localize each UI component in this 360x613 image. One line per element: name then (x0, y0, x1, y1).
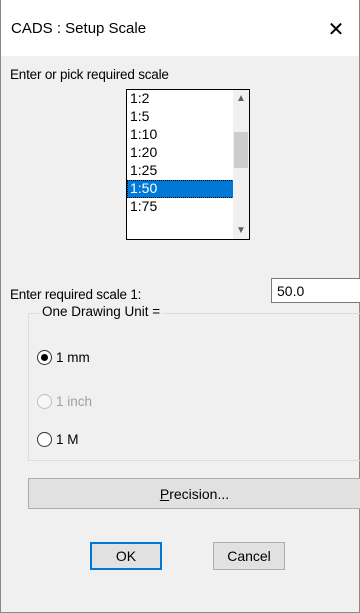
scale-list-items: 1:2 1:5 1:10 1:20 1:25 1:50 1:75 (127, 90, 234, 216)
ok-button[interactable]: OK (90, 542, 162, 570)
setup-scale-dialog: CADS : Setup Scale ✕ Enter or pick requi… (0, 0, 360, 613)
radio-1m[interactable]: 1 M (37, 432, 79, 447)
list-item[interactable]: 1:20 (127, 144, 234, 162)
list-item[interactable]: 1:2 (127, 90, 234, 108)
radio-1mm[interactable]: 1 mm (37, 350, 90, 365)
scale-listbox[interactable]: 1:2 1:5 1:10 1:20 1:25 1:50 1:75 ▲ ▼ (126, 89, 250, 240)
close-icon: ✕ (327, 18, 345, 41)
list-item[interactable]: 1:75 (127, 198, 234, 216)
list-item[interactable]: 1:25 (127, 162, 234, 180)
drawing-unit-legend: One Drawing Unit = (39, 304, 164, 319)
precision-label: recision... (169, 485, 230, 502)
listbox-scrollbar[interactable]: ▲ ▼ (233, 90, 249, 239)
radio-label: 1 mm (56, 350, 90, 365)
cancel-button[interactable]: Cancel (213, 542, 285, 570)
precision-mnemonic: P (159, 485, 170, 502)
title-bar: CADS : Setup Scale ✕ (1, 0, 359, 56)
radio-checked-icon (37, 350, 52, 365)
list-item[interactable]: 1:5 (127, 108, 234, 126)
radio-unchecked-icon (37, 432, 52, 447)
radio-unchecked-icon (37, 394, 52, 409)
scale-prompt-label: Enter or pick required scale (10, 67, 169, 82)
scroll-down-arrow-icon[interactable]: ▼ (233, 222, 249, 239)
list-item[interactable]: 1:10 (127, 126, 234, 144)
radio-label: 1 M (56, 432, 79, 447)
scale-input[interactable] (271, 278, 360, 303)
precision-button[interactable]: Precision... (28, 478, 360, 509)
close-button[interactable]: ✕ (313, 12, 359, 46)
window-title: CADS : Setup Scale (11, 20, 147, 37)
list-item-selected[interactable]: 1:50 (127, 180, 234, 198)
scroll-thumb[interactable] (234, 132, 248, 168)
scale-entry-label: Enter required scale 1: (10, 287, 142, 302)
scroll-up-arrow-icon[interactable]: ▲ (233, 90, 249, 107)
radio-label: 1 inch (56, 394, 93, 409)
radio-1inch[interactable]: 1 inch (37, 394, 92, 409)
